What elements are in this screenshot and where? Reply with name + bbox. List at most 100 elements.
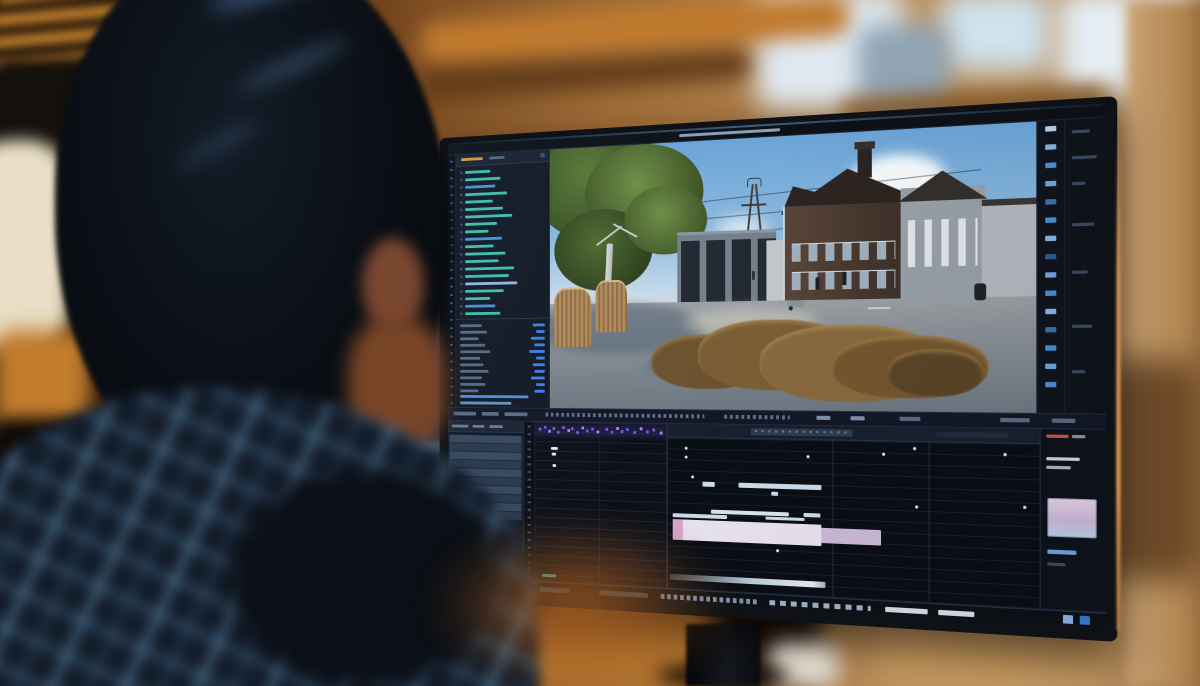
tree-expand-icon[interactable] xyxy=(460,193,462,196)
property-label-bar xyxy=(460,383,485,385)
status-bar-segment[interactable] xyxy=(770,600,872,611)
tree-expand-icon[interactable] xyxy=(460,238,462,241)
clip-preview-thumbnail[interactable] xyxy=(1047,498,1096,539)
right-edge-panel xyxy=(1065,118,1106,414)
tool-icon[interactable] xyxy=(1045,181,1056,187)
property-value-bar xyxy=(531,337,545,339)
keyframe-mark[interactable] xyxy=(621,430,624,433)
toolbar-button-bar[interactable] xyxy=(724,415,790,420)
keyframe-mark[interactable] xyxy=(544,426,547,429)
tree-expand-icon[interactable] xyxy=(460,245,462,248)
tree-expand-icon[interactable] xyxy=(460,208,462,211)
status-bar-segment[interactable] xyxy=(885,607,927,615)
tree-item-label-bar xyxy=(465,304,495,307)
tree-expand-icon[interactable] xyxy=(460,171,462,174)
status-corner-icon[interactable] xyxy=(1063,615,1073,625)
keyframe-mark[interactable] xyxy=(646,430,649,433)
timeline-clip[interactable] xyxy=(702,482,714,487)
left-icon-strip[interactable] xyxy=(448,155,456,407)
tool-icon[interactable] xyxy=(1045,309,1056,315)
tree-expand-icon[interactable] xyxy=(460,260,462,263)
keyframe-mark[interactable] xyxy=(660,432,663,435)
blue-control-bar[interactable] xyxy=(1047,549,1076,555)
keyframe-mark[interactable] xyxy=(571,427,574,430)
keyframe-mark[interactable] xyxy=(586,429,589,432)
tree-expand-icon[interactable] xyxy=(460,290,462,293)
tree-expand-icon[interactable] xyxy=(460,267,462,270)
keyframe-mark[interactable] xyxy=(626,428,629,431)
tool-icon[interactable] xyxy=(1045,199,1056,205)
timeline-clip[interactable] xyxy=(771,492,778,496)
keyframe-mark[interactable] xyxy=(576,431,579,434)
keyframe-mark[interactable] xyxy=(567,429,570,432)
tool-icon[interactable] xyxy=(1045,236,1056,242)
tool-icon[interactable] xyxy=(1045,364,1056,369)
keyframe-mark[interactable] xyxy=(640,427,643,430)
tool-icon[interactable] xyxy=(1045,327,1056,332)
tool-icon[interactable] xyxy=(1045,217,1056,223)
keyframe-mark[interactable] xyxy=(605,428,608,431)
keyframe-mark[interactable] xyxy=(653,429,656,432)
tree-item-label-bar xyxy=(465,213,512,218)
ruler-time-label[interactable] xyxy=(936,432,1007,438)
tree-expand-icon[interactable] xyxy=(460,282,462,285)
keyframe-mark[interactable] xyxy=(633,431,636,434)
timeline-marker-dot xyxy=(691,476,694,479)
tree-expand-icon[interactable] xyxy=(460,230,462,233)
timeline-clip[interactable] xyxy=(739,483,822,490)
outliner-tree xyxy=(456,162,549,317)
menu-text-bar[interactable] xyxy=(721,128,780,134)
viewport-3d-scene[interactable] xyxy=(550,121,1037,412)
tree-expand-icon[interactable] xyxy=(460,275,462,278)
toolbar-button-bar[interactable] xyxy=(1000,418,1030,423)
tree-expand-icon[interactable] xyxy=(460,223,462,226)
keyframe-mark[interactable] xyxy=(611,431,614,434)
ruler-time-label[interactable] xyxy=(751,428,853,437)
edge-panel-bar xyxy=(1072,129,1090,133)
outliner-row[interactable] xyxy=(456,308,549,317)
tool-icon[interactable] xyxy=(1045,272,1056,278)
tree-expand-icon[interactable] xyxy=(460,252,462,255)
timeline-clip[interactable] xyxy=(673,519,683,540)
tool-icon[interactable] xyxy=(1045,290,1056,296)
tree-expand-icon[interactable] xyxy=(460,178,462,181)
keyframe-mark[interactable] xyxy=(616,427,619,430)
timeline-clip[interactable] xyxy=(804,513,820,518)
keyframe-mark[interactable] xyxy=(553,427,556,430)
tree-expand-icon[interactable] xyxy=(460,304,462,307)
tool-icon[interactable] xyxy=(1045,126,1056,132)
timeline-clip[interactable] xyxy=(673,513,727,519)
tree-expand-icon[interactable] xyxy=(460,312,462,315)
tree-item-label-bar xyxy=(465,274,509,278)
tree-expand-icon[interactable] xyxy=(460,186,462,189)
tool-icon[interactable] xyxy=(1045,254,1056,260)
tool-icon[interactable] xyxy=(1045,162,1056,168)
keyframe-mark[interactable] xyxy=(597,431,600,434)
tree-expand-icon[interactable] xyxy=(460,215,462,218)
timeline-marker-dot xyxy=(882,452,885,455)
toolbar-button-bar[interactable] xyxy=(1052,418,1075,423)
keyframe-mark[interactable] xyxy=(557,431,560,434)
keyframe-mark[interactable] xyxy=(562,426,565,429)
record-indicator xyxy=(1046,435,1068,439)
tool-icon[interactable] xyxy=(1045,382,1056,387)
keyframe-mark[interactable] xyxy=(591,428,594,431)
timeline-tracks[interactable] xyxy=(668,438,1040,609)
timeline-clip[interactable] xyxy=(765,516,804,521)
tool-icon[interactable] xyxy=(1045,345,1056,350)
toolbar-button-bar[interactable] xyxy=(851,416,865,420)
toolbar-button-bar[interactable] xyxy=(816,416,830,420)
status-bar-segment[interactable] xyxy=(938,610,974,617)
keyframe-mark[interactable] xyxy=(548,430,551,433)
timeline-marker-dot xyxy=(915,506,918,509)
panel-options-icon[interactable] xyxy=(540,153,544,158)
keyframe-mark[interactable] xyxy=(581,426,584,429)
timeline-clip[interactable] xyxy=(673,519,821,546)
status-corner-icon[interactable] xyxy=(1080,616,1090,626)
tree-expand-icon[interactable] xyxy=(460,201,462,204)
tree-expand-icon[interactable] xyxy=(460,297,462,300)
toolbar-button-bar[interactable] xyxy=(899,417,920,421)
tool-icon[interactable] xyxy=(1045,144,1056,150)
timeline-clip[interactable] xyxy=(821,527,880,545)
toolbar-button-bar[interactable] xyxy=(545,413,704,419)
